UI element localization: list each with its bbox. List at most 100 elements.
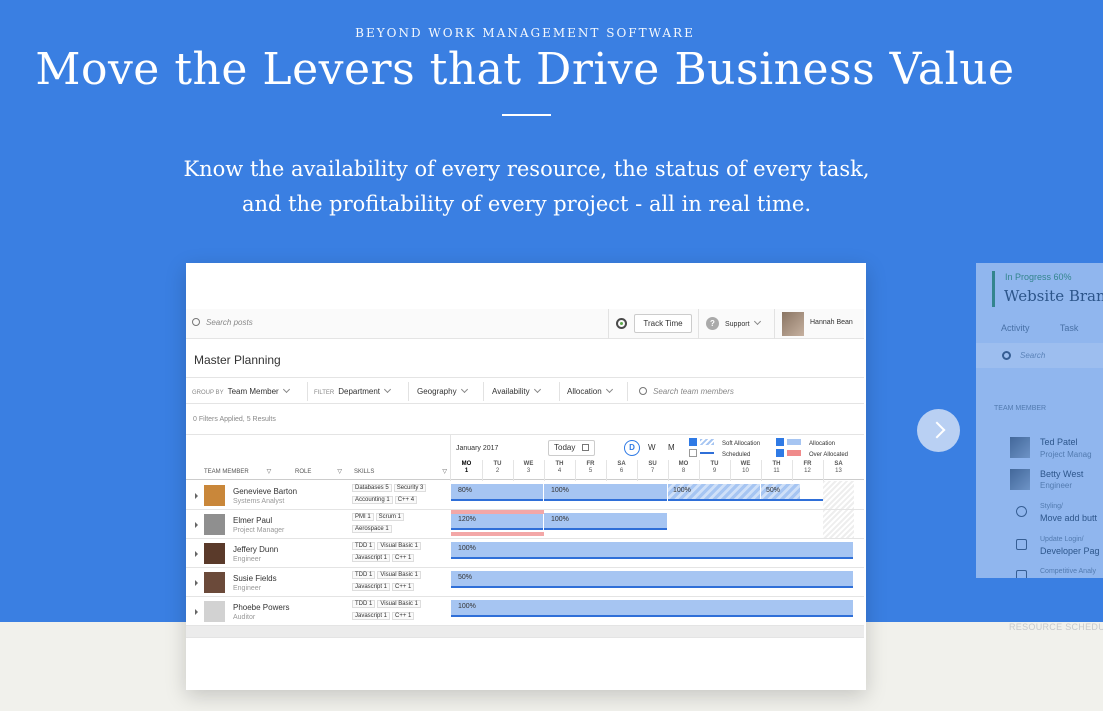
today-button[interactable]: Today: [548, 440, 595, 456]
skill-tag: Visual Basic 1: [377, 600, 421, 608]
table-row[interactable]: Susie Fields Engineer TDD 1 Visual Basic 1 J…: [186, 568, 864, 597]
search-posts-input[interactable]: Search posts: [192, 318, 253, 327]
tab-activity[interactable]: Activity: [1001, 323, 1030, 333]
day-column-header[interactable]: TH 11: [761, 461, 792, 475]
divider: [513, 460, 514, 481]
member-name[interactable]: Susie Fields: [233, 574, 277, 583]
next-slide-arrow-icon[interactable]: [917, 409, 960, 452]
over-allocated-bar[interactable]: [451, 532, 544, 536]
tab-task-tracker[interactable]: Task Track: [1060, 323, 1103, 333]
allocation-bar[interactable]: 100%: [451, 600, 853, 617]
col-skills[interactable]: SKILLS ▽: [354, 468, 447, 475]
expand-caret-icon[interactable]: [195, 609, 198, 615]
allocation-bar[interactable]: 100%: [544, 484, 667, 501]
member-name[interactable]: Genevieve Barton: [233, 487, 297, 496]
allocation-bar[interactable]: 120%: [451, 513, 543, 530]
avatar: [204, 543, 225, 564]
search-team-input[interactable]: Search team members: [639, 387, 734, 396]
member-role: Auditor: [233, 614, 256, 621]
search-icon: [1002, 351, 1011, 360]
day-column-header[interactable]: MO 1: [451, 461, 482, 475]
hero-subtitle: Know the availability of every resource,…: [0, 152, 1053, 222]
allocation-label: 50%: [766, 487, 781, 494]
day-column-header[interactable]: TU 9: [699, 461, 730, 475]
checkbox-icon[interactable]: [689, 449, 697, 457]
expand-caret-icon[interactable]: [195, 522, 198, 528]
expand-caret-icon[interactable]: [195, 493, 198, 499]
filter-icon[interactable]: ▽: [442, 469, 447, 475]
day-column-header[interactable]: WE 10: [730, 461, 761, 475]
day-column-header[interactable]: SA 6: [606, 461, 637, 475]
skill-tag: C++ 1: [392, 612, 415, 620]
divider: [627, 382, 628, 401]
legend-soft-allocation[interactable]: Soft Allocation: [689, 438, 760, 447]
member-role: Project Manager: [233, 527, 285, 534]
skill-tag: Visual Basic 1: [377, 571, 421, 579]
day-column-header[interactable]: SU 7: [637, 461, 668, 475]
checkbox-icon[interactable]: [776, 438, 784, 446]
timer-icon[interactable]: [616, 318, 627, 329]
member-role: Systems Analyst: [233, 498, 285, 505]
hero-eyebrow: BEYOND WORK MANAGEMENT SOFTWARE: [355, 26, 695, 40]
divider: [544, 460, 545, 481]
table-row[interactable]: Genevieve Barton Systems Analyst Databases…: [186, 481, 864, 510]
person-name: Betty West: [1040, 469, 1084, 479]
help-icon[interactable]: ?: [706, 317, 719, 330]
day-column-header[interactable]: FR 5: [575, 461, 606, 475]
scheduled-line: [451, 586, 853, 588]
allocation-filter[interactable]: Allocation: [567, 385, 613, 396]
department-filter[interactable]: FILTER Department: [314, 385, 392, 396]
view-day-button[interactable]: D: [624, 440, 640, 456]
user-name[interactable]: Hannah Bean: [810, 319, 853, 326]
geography-filter[interactable]: Geography: [417, 385, 468, 396]
view-week-button[interactable]: W: [648, 443, 656, 452]
next-slide-preview[interactable]: In Progress 60% Website Brand Activity T…: [976, 263, 1103, 578]
over-allocated-bar[interactable]: [451, 510, 544, 514]
skill-tag: Security 3: [393, 484, 427, 492]
user-avatar[interactable]: [782, 312, 804, 336]
legend-over-allocated[interactable]: Over Allocated: [776, 449, 848, 458]
allocation-bar[interactable]: 100%: [451, 542, 853, 559]
avatar: [204, 601, 225, 622]
allocation-bar[interactable]: 80%: [451, 484, 543, 501]
day-column-header[interactable]: TH 4: [544, 461, 575, 475]
filter-icon[interactable]: ▽: [267, 469, 272, 475]
track-time-button[interactable]: Track Time: [634, 314, 692, 333]
checkbox-icon[interactable]: [689, 438, 697, 446]
allocation-bar[interactable]: 100%: [544, 513, 667, 530]
view-month-button[interactable]: M: [668, 443, 675, 452]
search-icon: [639, 387, 647, 395]
day-column-header[interactable]: FR 12: [792, 461, 823, 475]
expand-caret-icon[interactable]: [195, 580, 198, 586]
col-role[interactable]: ROLE ▽: [295, 468, 342, 475]
chevron-down-icon: [605, 385, 613, 394]
allocation-bar[interactable]: 50%: [451, 571, 853, 588]
skill-tag: Javascript 1: [352, 554, 391, 562]
day-column-header[interactable]: MO 8: [668, 461, 699, 475]
divider: [307, 382, 308, 401]
project-search-input[interactable]: Search: [976, 343, 1103, 368]
member-name[interactable]: Elmer Paul: [233, 516, 272, 525]
support-menu[interactable]: Support: [725, 317, 761, 328]
member-name[interactable]: Jeffery Dunn: [233, 545, 278, 554]
group-by-select[interactable]: GROUP BY Team Member: [192, 385, 290, 396]
expand-caret-icon[interactable]: [195, 551, 198, 557]
divider: [698, 309, 699, 339]
task-name: Move add butt: [1040, 513, 1098, 523]
chevron-down-icon: [460, 385, 468, 394]
day-column-header[interactable]: SA 13: [823, 461, 854, 475]
legend-scheduled[interactable]: Scheduled: [689, 449, 750, 458]
member-name[interactable]: Phoebe Powers: [233, 603, 289, 612]
table-row[interactable]: Jeffery Dunn Engineer TDD 1 Visual Basic 1 J…: [186, 539, 864, 568]
table-row[interactable]: Phoebe Powers Auditor TDD 1 Visual Basic 1 J…: [186, 597, 864, 626]
availability-filter[interactable]: Availability: [492, 385, 541, 396]
day-column-header[interactable]: WE 3: [513, 461, 544, 475]
table-row[interactable]: Elmer Paul Project Manager PMI 1 Scrum 1 Aer…: [186, 510, 864, 539]
col-team-member[interactable]: TEAM MEMBER ▽: [204, 468, 271, 475]
skills-list: Javascript 1 C++ 1: [352, 583, 416, 591]
legend-allocation[interactable]: Allocation: [776, 438, 835, 447]
checkbox-icon[interactable]: [776, 449, 784, 457]
avatar: [204, 514, 225, 535]
day-column-header[interactable]: TU 2: [482, 461, 513, 475]
filter-icon[interactable]: ▽: [337, 469, 342, 475]
